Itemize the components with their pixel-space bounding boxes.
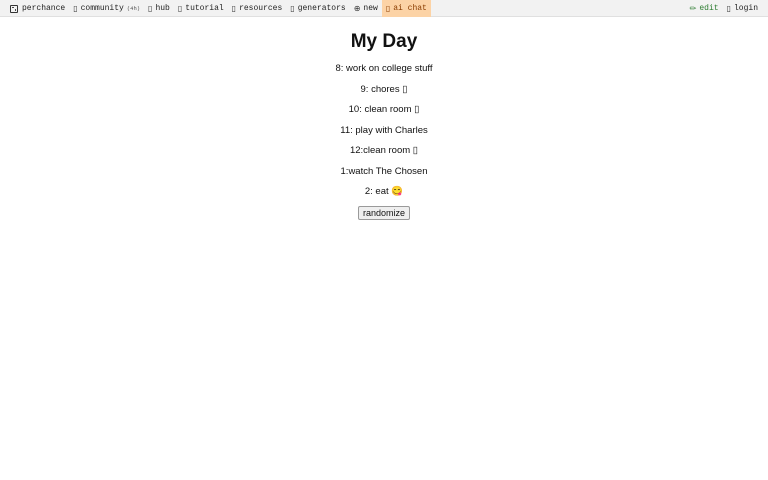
schedule-line: 9: chores ▯ (360, 83, 408, 95)
nav-left-group: perchance ▯ community (4h) ▯ hub ▯ tutor… (6, 0, 431, 17)
hub-icon: ▯ (148, 4, 153, 13)
user-icon: ▯ (726, 4, 731, 13)
top-nav-bar: perchance ▯ community (4h) ▯ hub ▯ tutor… (0, 0, 768, 17)
nav-label: community (80, 4, 124, 13)
schedule-line: 1:watch The Chosen (340, 165, 428, 177)
nav-label: generators (297, 4, 346, 13)
nav-item-generators[interactable]: ▯ generators (286, 0, 349, 17)
nav-item-new[interactable]: ⊕ new (350, 0, 382, 17)
nav-item-edit[interactable]: ✏ edit (686, 0, 723, 17)
randomize-button[interactable]: randomize (357, 205, 411, 220)
nav-label: hub (155, 4, 170, 13)
nav-item-resources[interactable]: ▯ resources (228, 0, 287, 17)
generator-output: My Day 8: work on college stuff 9: chore… (0, 18, 768, 221)
folder-icon: ▯ (231, 4, 237, 13)
nav-label: resources (239, 4, 283, 13)
schedule-line: 8: work on college stuff (335, 63, 433, 74)
nav-label: edit (699, 4, 719, 13)
schedule-line: 12:clean room ▯ (349, 145, 419, 156)
nav-right-group: ✏ edit ▯ login (686, 0, 762, 17)
nav-label: new (363, 4, 378, 13)
plus-circle-icon: ⊕ (353, 4, 361, 13)
nav-item-login[interactable]: ▯ login (723, 0, 762, 17)
cogs-icon: ▯ (290, 4, 295, 13)
schedule-line: 10: clean room ▯ (348, 104, 420, 115)
page-title: My Day (350, 31, 418, 52)
nav-item-community[interactable]: ▯ community (4h) (69, 0, 144, 17)
nav-label: perchance (22, 4, 66, 13)
chat-bubble-icon: ▯ (73, 4, 78, 13)
pencil-icon: ✏ (689, 4, 697, 13)
nav-label: ai chat (393, 4, 427, 13)
schedule-line: 2: eat 😋 (364, 186, 404, 197)
dice-icon (10, 4, 18, 13)
community-activity-badge: (4h) (126, 5, 141, 12)
schedule-line: 11: play with Charles (340, 124, 428, 136)
nav-item-tutorial[interactable]: ▯ tutorial (174, 0, 228, 17)
robot-icon: ▯ (385, 4, 391, 13)
nav-label: login (733, 4, 758, 13)
book-icon: ▯ (177, 4, 183, 13)
nav-item-perchance[interactable]: perchance (6, 0, 69, 17)
schedule-list: 8: work on college stuff 9: chores ▯ 10:… (0, 59, 768, 203)
nav-item-ai-chat[interactable]: ▯ ai chat (381, 0, 431, 17)
nav-label: tutorial (185, 4, 224, 13)
nav-item-hub[interactable]: ▯ hub (144, 0, 174, 17)
